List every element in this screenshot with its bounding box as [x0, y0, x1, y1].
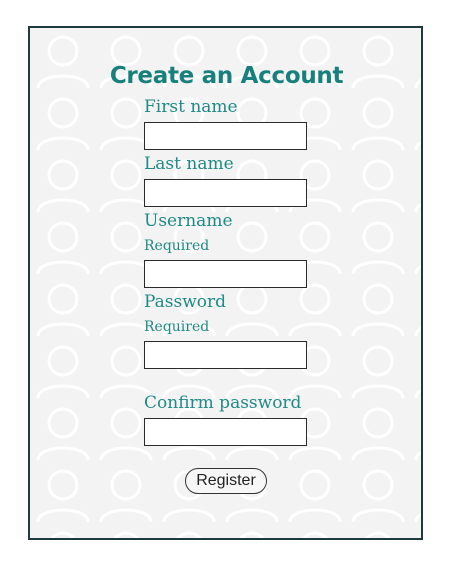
confirm-password-input[interactable] — [144, 418, 307, 446]
first-name-input[interactable] — [144, 122, 307, 150]
last-name-input[interactable] — [144, 179, 307, 207]
username-label: Username — [144, 211, 233, 231]
password-required-hint: Required — [144, 319, 210, 335]
first-name-label: First name — [144, 97, 238, 117]
confirm-password-label: Confirm password — [144, 393, 302, 413]
register-button[interactable]: Register — [185, 468, 267, 494]
last-name-label: Last name — [144, 154, 234, 174]
username-input[interactable] — [144, 260, 307, 288]
page-title: Create an Account — [109, 63, 344, 89]
username-required-hint: Required — [144, 238, 210, 254]
password-input[interactable] — [144, 341, 307, 369]
password-label: Password — [144, 292, 227, 312]
registration-form: Create an Account First name Last name U… — [30, 28, 421, 538]
registration-card: Create an Account First name Last name U… — [28, 26, 423, 540]
